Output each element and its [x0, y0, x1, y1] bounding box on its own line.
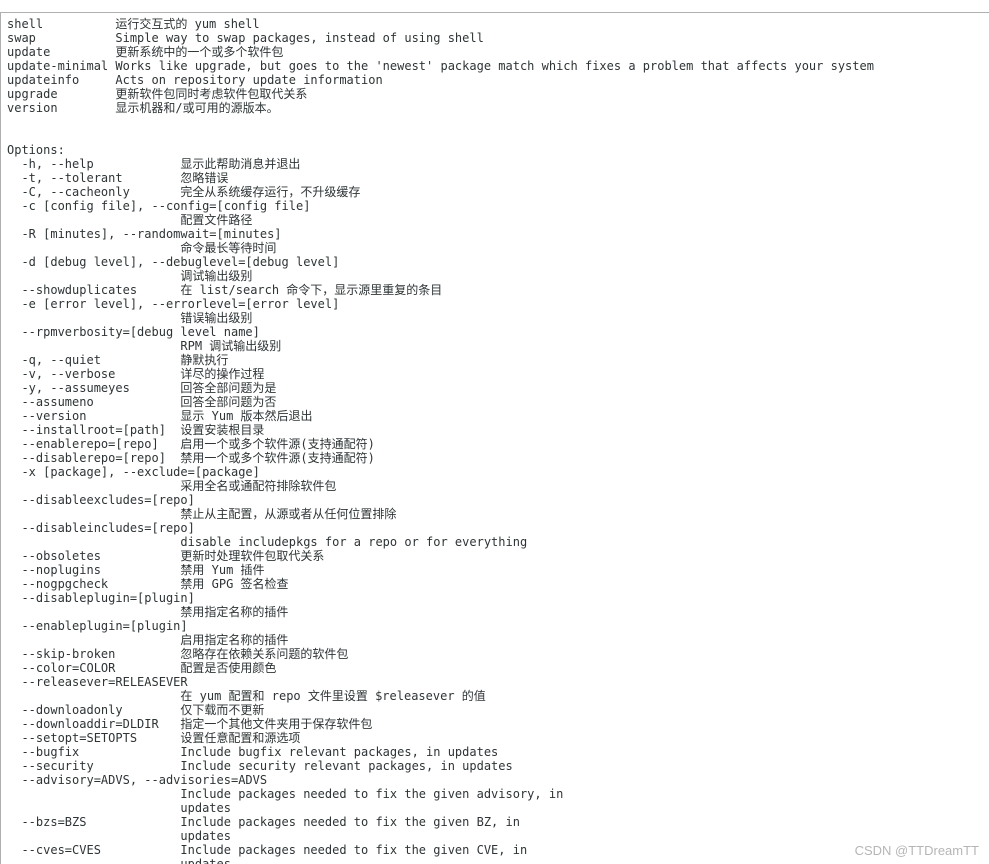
- watermark-text: CSDN @TTDreamTT: [855, 843, 979, 858]
- terminal-output: shell 运行交互式的 yum shell swap Simple way t…: [0, 12, 989, 864]
